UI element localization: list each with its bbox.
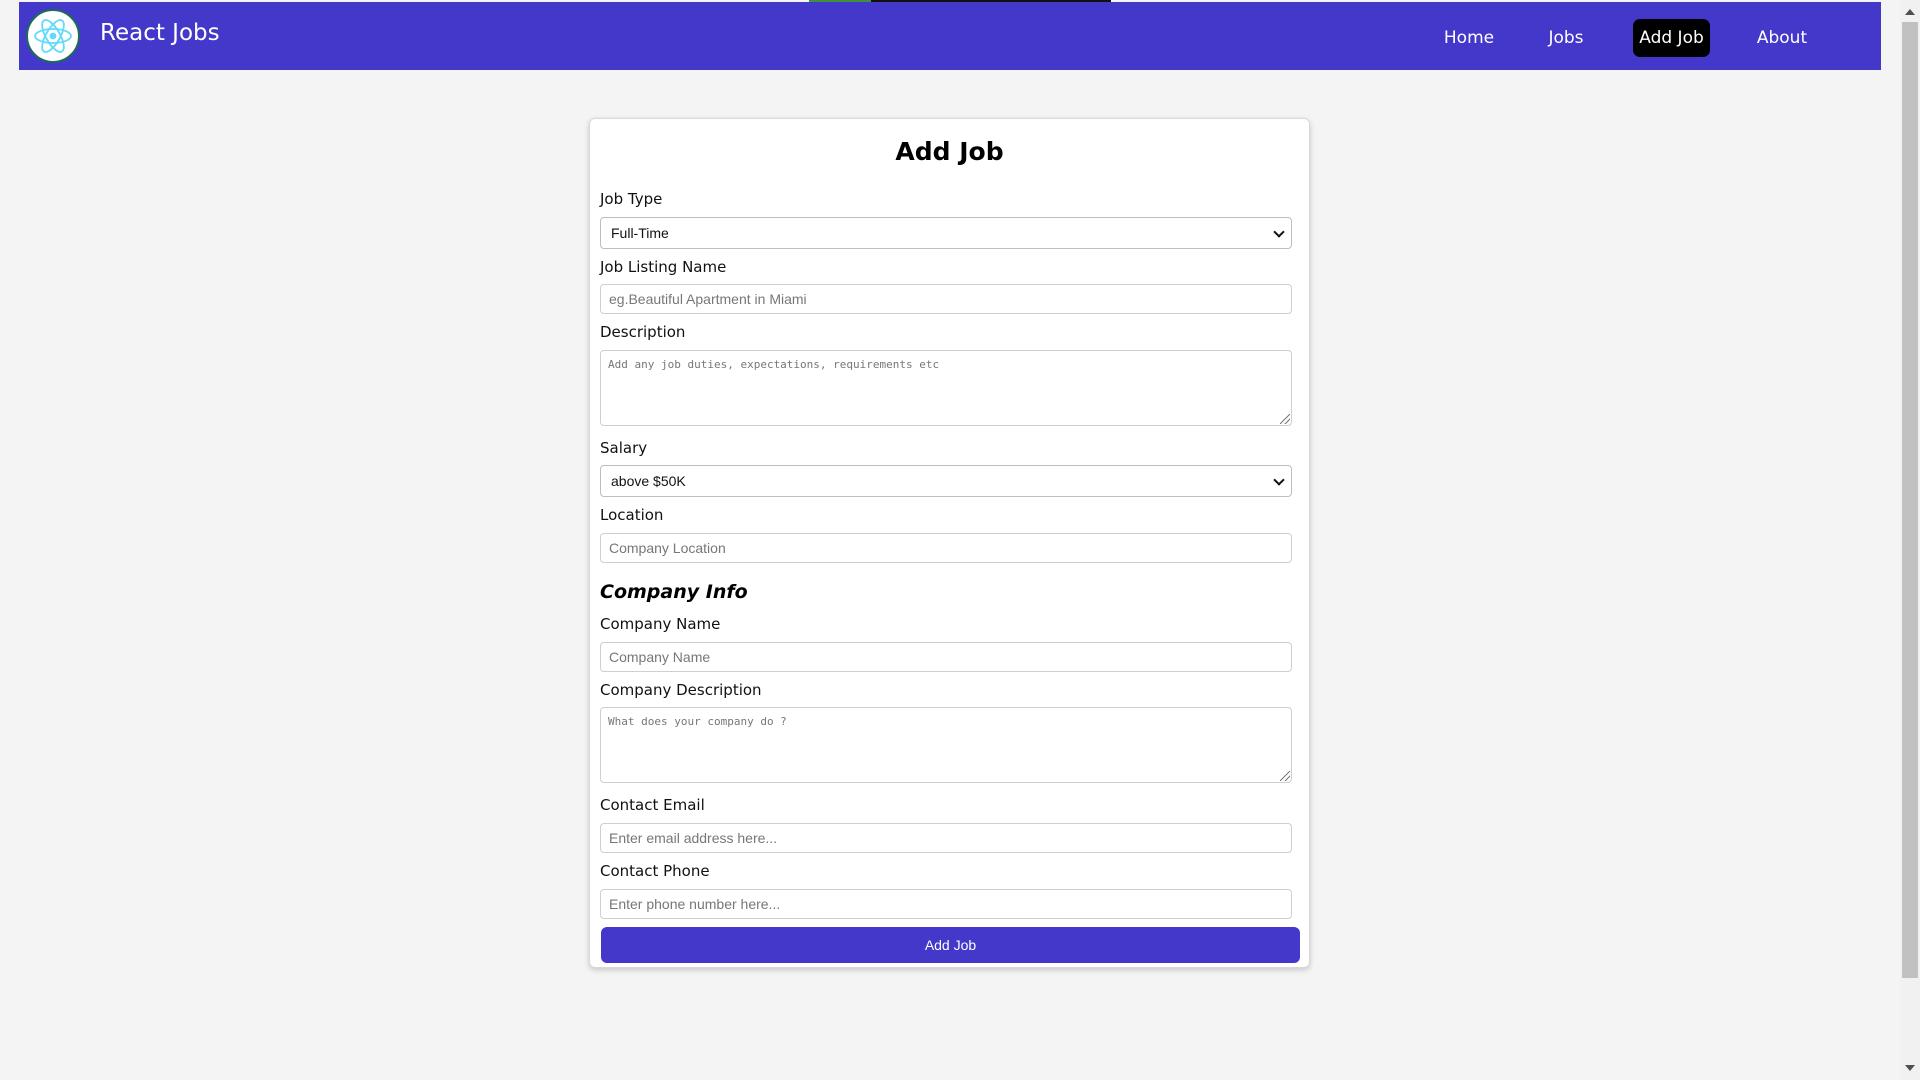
nav-link-add-job[interactable]: Add Job [1633, 19, 1710, 57]
resize-handle-icon[interactable] [1280, 414, 1290, 424]
location-input[interactable] [600, 533, 1292, 563]
salary-value: above $50K [611, 473, 686, 489]
contact-email-input[interactable] [600, 823, 1292, 853]
scroll-up-arrow-icon[interactable] [1905, 9, 1915, 15]
add-job-button[interactable]: Add Job [601, 927, 1300, 963]
vertical-scrollbar[interactable] [1900, 0, 1920, 1080]
nav-link-jobs[interactable]: Jobs [1535, 19, 1597, 57]
description-textarea[interactable] [600, 350, 1292, 426]
salary-label: Salary [600, 439, 648, 457]
company-name-input[interactable] [600, 642, 1292, 672]
company-info-heading: Company Info [600, 581, 748, 603]
nav-link-home[interactable]: Home [1434, 19, 1504, 57]
chevron-down-icon [1273, 474, 1285, 486]
job-listing-name-label: Job Listing Name [600, 258, 727, 276]
company-description-label: Company Description [600, 681, 762, 699]
scroll-down-arrow-icon[interactable] [1905, 1065, 1915, 1071]
job-type-value: Full-Time [611, 225, 669, 241]
salary-select[interactable]: above $50K [600, 465, 1292, 497]
contact-phone-input[interactable] [600, 889, 1292, 919]
resize-handle-icon[interactable] [1280, 771, 1290, 781]
contact-email-label: Contact Email [600, 796, 705, 814]
add-job-form: Add Job Job Type Full-Time Job Listing N… [589, 118, 1310, 968]
contact-phone-label: Contact Phone [600, 862, 710, 880]
location-label: Location [600, 506, 664, 524]
job-type-label: Job Type [600, 190, 663, 208]
nav-link-about[interactable]: About [1746, 19, 1818, 57]
company-description-textarea[interactable] [600, 707, 1292, 783]
scrollbar-thumb[interactable] [1902, 22, 1918, 978]
nav-links: Home Jobs Add Job About [19, 2, 1881, 70]
form-title: Add Job [895, 137, 1004, 166]
navbar: React Jobs Home Jobs Add Job About [19, 2, 1881, 70]
job-listing-name-input[interactable] [600, 284, 1292, 314]
company-name-label: Company Name [600, 615, 721, 633]
description-label: Description [600, 323, 686, 341]
job-type-select[interactable]: Full-Time [600, 217, 1292, 249]
chevron-down-icon [1273, 226, 1285, 238]
